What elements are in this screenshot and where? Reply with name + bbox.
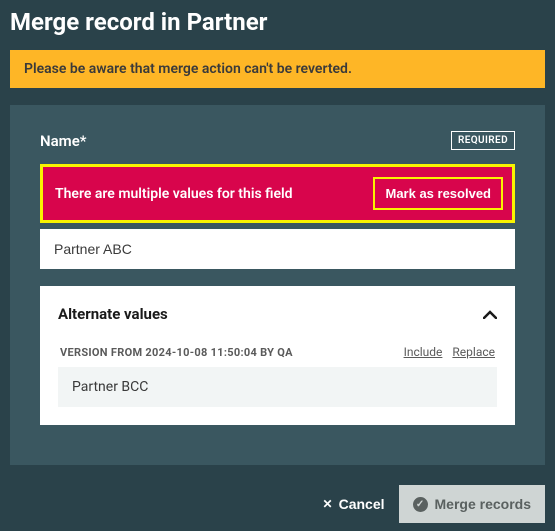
footer: ✕ Cancel ✓ Merge records <box>0 475 555 531</box>
version-label: VERSION FROM 2024-10-08 11:50:04 BY QA <box>60 346 293 359</box>
conflict-message: There are multiple values for this field <box>55 186 293 202</box>
version-actions: Include Replace <box>404 345 495 359</box>
version-row: VERSION FROM 2024-10-08 11:50:04 BY QA I… <box>58 345 497 367</box>
alternate-values-panel: Alternate values VERSION FROM 2024-10-08… <box>40 286 515 425</box>
page-title: Merge record in Partner <box>0 0 555 50</box>
alternate-value: Partner BCC <box>58 367 497 407</box>
check-circle-icon: ✓ <box>413 497 428 512</box>
name-input[interactable] <box>40 229 515 269</box>
warning-banner: Please be aware that merge action can't … <box>10 50 545 88</box>
cancel-label: Cancel <box>339 496 385 512</box>
merge-records-button[interactable]: ✓ Merge records <box>399 485 545 523</box>
required-badge: REQUIRED <box>451 131 515 150</box>
field-header: Name* REQUIRED <box>40 131 515 150</box>
mark-resolved-button[interactable]: Mark as resolved <box>373 177 503 210</box>
conflict-bar: There are multiple values for this field… <box>40 164 515 223</box>
chevron-up-icon <box>483 304 497 323</box>
include-link[interactable]: Include <box>404 345 443 359</box>
replace-link[interactable]: Replace <box>452 345 495 359</box>
alternate-title: Alternate values <box>58 305 168 323</box>
alternate-header[interactable]: Alternate values <box>58 304 497 345</box>
main-panel: Name* REQUIRED There are multiple values… <box>10 105 545 465</box>
field-label: Name* <box>40 132 87 150</box>
merge-label: Merge records <box>435 496 531 512</box>
cancel-button[interactable]: ✕ Cancel <box>323 496 385 512</box>
close-icon: ✕ <box>323 497 333 511</box>
